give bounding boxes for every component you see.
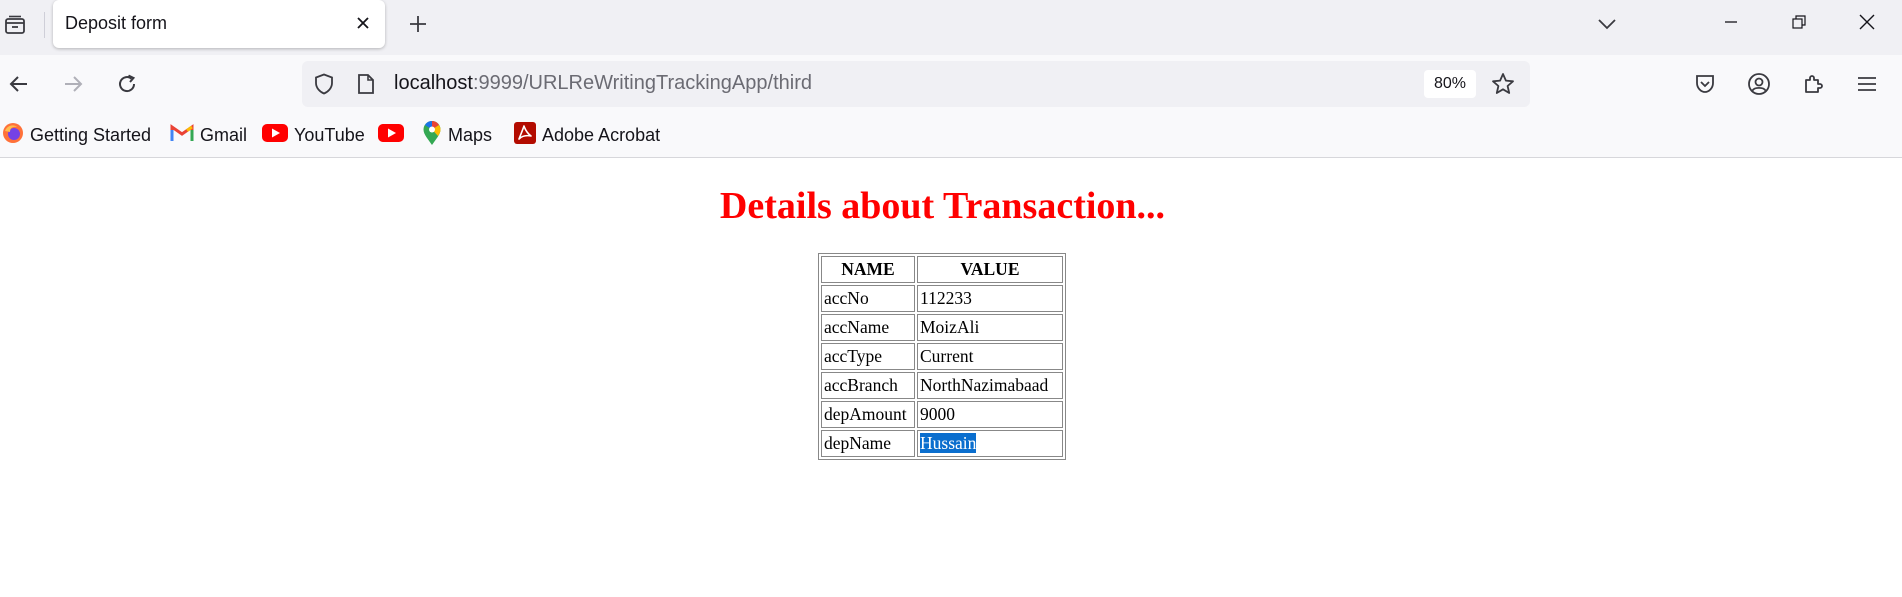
bookmark-label: Gmail [200,124,248,145]
field-name-cell: accNo [821,285,915,312]
bookmarks-toolbar: Getting Started Gmail YouTube Maps Adobe… [0,113,1902,158]
transaction-details-table: NAME VALUE accNo 112233 accName MoizAli … [818,253,1066,460]
field-value-cell: Hussain [917,430,1063,457]
field-value-cell: Current [917,343,1063,370]
back-arrow-icon[interactable] [2,67,36,101]
chevron-down-icon[interactable] [1592,11,1622,37]
field-value-cell: NorthNazimabaad [917,372,1063,399]
url-host: localhost [394,72,473,94]
field-value-cell: 9000 [917,401,1063,428]
selected-text[interactable]: Hussain [920,433,977,453]
field-value-cell: MoizAli [917,314,1063,341]
close-tab-icon[interactable] [351,11,375,35]
field-name-cell: accType [821,343,915,370]
bookmark-label: Maps [448,124,493,145]
pocket-icon[interactable] [1688,67,1722,101]
maps-pin-icon [422,120,442,151]
column-header-value: VALUE [917,256,1063,283]
tab-deposit-form[interactable]: Deposit form [53,0,385,48]
new-tab-icon[interactable] [405,11,431,37]
youtube-icon [262,123,288,147]
page-heading: Details about Transaction... [719,185,1166,227]
tab-title: Deposit form [65,13,168,33]
youtube-icon [378,123,404,147]
close-window-icon[interactable] [1834,0,1900,44]
table-row: depName Hussain [821,430,1063,457]
table-row: accNo 112233 [821,285,1063,312]
reload-icon[interactable] [110,67,144,101]
field-name-cell: depName [821,430,915,457]
extensions-icon[interactable] [1796,67,1830,101]
bookmark-label: Adobe Acrobat [542,124,661,145]
zoom-level-button[interactable]: 80% [1424,70,1476,98]
bookmark-star-icon[interactable] [1490,71,1516,97]
field-name-cell: accBranch [821,372,915,399]
adobe-acrobat-icon [514,121,536,149]
bookmark-youtube[interactable]: YouTube [262,122,365,148]
forward-arrow-icon[interactable] [56,67,90,101]
minimize-icon[interactable] [1698,0,1764,44]
column-header-name: NAME [821,256,915,283]
account-icon[interactable] [1742,67,1776,101]
table-row: depAmount 9000 [821,401,1063,428]
shield-icon[interactable] [312,72,336,96]
restore-icon[interactable] [1766,0,1832,44]
tab-separator [44,12,45,38]
bookmark-maps[interactable]: Maps [422,120,493,151]
address-bar[interactable]: localhost:9999/URLReWritingTrackingApp/t… [302,61,1530,107]
url-path: :9999/URLReWritingTrackingApp/third [472,72,812,94]
page-icon[interactable] [354,72,378,96]
table-row: accType Current [821,343,1063,370]
bookmark-label: Getting Started [30,124,152,145]
gmail-icon [170,123,194,147]
navigation-toolbar: localhost:9999/URLReWritingTrackingApp/t… [0,55,1902,113]
bookmark-label: YouTube [294,124,365,145]
bookmark-youtube-2[interactable] [378,122,404,148]
bookmark-adobe-acrobat[interactable]: Adobe Acrobat [514,121,661,149]
tab-strip: Deposit form [0,0,1902,55]
bookmark-getting-started[interactable]: Getting Started [2,122,151,148]
table-row: accName MoizAli [821,314,1063,341]
field-name-cell: accName [821,314,915,341]
firefox-icon [2,122,24,149]
field-value-cell: 112233 [917,285,1063,312]
menu-icon[interactable] [1850,67,1884,101]
table-header-row: NAME VALUE [821,256,1063,283]
bookmark-gmail[interactable]: Gmail [170,122,247,148]
field-name-cell: depAmount [821,401,915,428]
url-text[interactable]: localhost:9999/URLReWritingTrackingApp/t… [394,72,812,95]
table-row: accBranch NorthNazimabaad [821,372,1063,399]
firefox-view-icon[interactable] [0,10,30,40]
page-content: Details about Transaction... NAME VALUE … [0,158,1902,597]
